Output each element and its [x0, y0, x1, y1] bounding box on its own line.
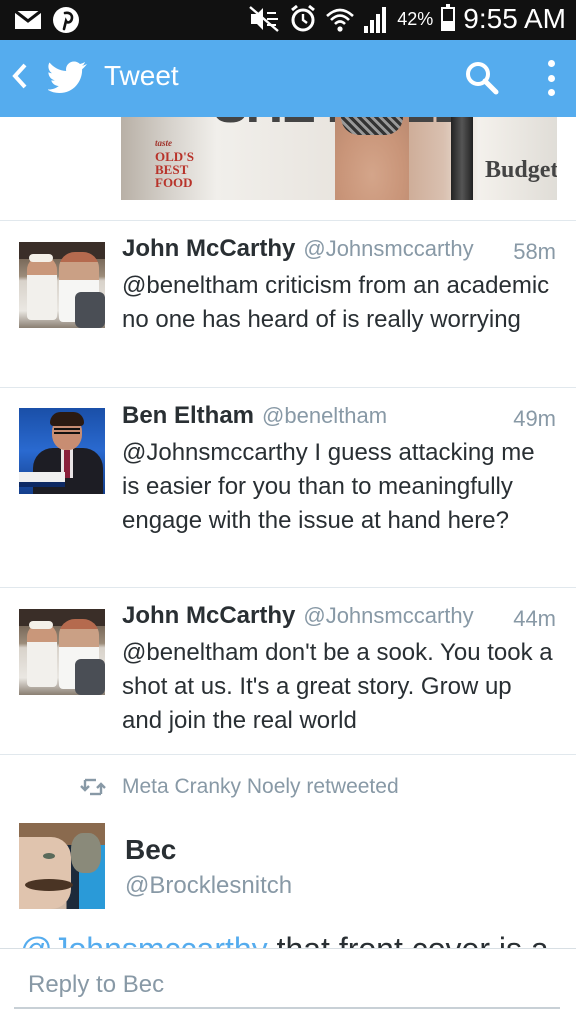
reply-input[interactable]	[14, 963, 560, 1009]
avatar[interactable]	[19, 823, 105, 909]
newspaper-divider	[451, 117, 473, 200]
wifi-icon	[326, 8, 355, 32]
newspaper-photo	[335, 117, 409, 200]
tweet-media-image[interactable]: taste OLD'S BEST FOOD SHE MALE Budget	[121, 117, 557, 200]
action-bar: Tweet	[0, 40, 576, 117]
battery-percent: 42%	[397, 8, 434, 29]
tweet-timestamp: 49m	[513, 406, 556, 431]
clock: 9:55 AM	[463, 3, 566, 34]
status-left-icons	[14, 6, 80, 34]
tweet-body: Ben Eltham @beneltham 49m @Johnsmccarthy…	[122, 402, 556, 538]
tweet-body: John McCarthy @Johnsmccarthy 44m @benelt…	[122, 602, 556, 738]
tweet-item[interactable]: John McCarthy @Johnsmccarthy 58m @benelt…	[0, 221, 576, 387]
author-handle[interactable]: @Johnsmccarthy	[303, 236, 473, 262]
newspaper-budget-text: Budget	[485, 157, 557, 183]
reply-bar	[0, 948, 576, 1024]
author-handle[interactable]: @Brocklesnitch	[125, 872, 292, 900]
status-right: 42% 9:55 AM	[247, 3, 566, 35]
tweet-text: @Johnsmccarthy I guess attacking me is e…	[122, 439, 535, 534]
author-name[interactable]: Bec	[125, 834, 176, 866]
tweet-timestamp: 44m	[513, 606, 556, 631]
author-name[interactable]: John McCarthy	[122, 602, 295, 630]
signal-icon	[364, 7, 387, 33]
mute-icon	[249, 6, 280, 32]
tweet-body: John McCarthy @Johnsmccarthy 58m @benelt…	[122, 235, 556, 337]
mention-link[interactable]: @Johnsmccarthy	[20, 931, 268, 948]
page-title: Tweet	[104, 60, 179, 91]
tweet-item[interactable]: Ben Eltham @beneltham 49m @Johnsmccarthy…	[0, 388, 576, 587]
tweet-text: @beneltham don't be a sook. You took a s…	[122, 639, 553, 734]
back-chevron-icon[interactable]	[8, 58, 30, 103]
retweet-icon	[80, 778, 106, 796]
status-bar: 42% 9:55 AM	[0, 0, 576, 40]
tweet-text: @beneltham criticism from an academic no…	[122, 272, 550, 333]
tweet-item[interactable]: John McCarthy @Johnsmccarthy 44m @benelt…	[0, 588, 576, 754]
battery-fill	[443, 20, 454, 29]
retweet-label[interactable]: Meta Cranky Noely retweeted	[122, 775, 399, 799]
battery-icon	[441, 4, 456, 31]
pinterest-icon	[53, 7, 79, 33]
tweet-text: @Johnsmccarthy that front cover is a	[20, 930, 560, 948]
tweet-text-rest: that front cover is a	[268, 931, 549, 948]
overflow-menu-icon[interactable]	[546, 60, 556, 96]
tweet-timestamp: 58m	[513, 239, 556, 264]
avatar[interactable]	[19, 408, 105, 494]
author-handle[interactable]: @beneltham	[262, 403, 387, 429]
avatar[interactable]	[19, 242, 105, 328]
retweet-indicator: Meta Cranky Noely retweeted	[80, 775, 399, 799]
twitter-bird-icon[interactable]	[47, 59, 88, 100]
tweet-header: John McCarthy @Johnsmccarthy 58m	[122, 235, 556, 267]
search-icon[interactable]	[464, 60, 500, 101]
alarm-icon	[291, 4, 316, 32]
author-handle[interactable]: @Johnsmccarthy	[303, 603, 473, 629]
author-name[interactable]: Ben Eltham	[122, 402, 254, 430]
email-icon	[14, 9, 42, 29]
newspaper-masthead: taste OLD'S BEST FOOD	[155, 138, 195, 190]
tweet-header: Ben Eltham @beneltham 49m	[122, 402, 556, 434]
author-name[interactable]: John McCarthy	[122, 235, 295, 263]
tweet-header: John McCarthy @Johnsmccarthy 44m	[122, 602, 556, 634]
divider	[0, 754, 576, 755]
avatar[interactable]	[19, 609, 105, 695]
